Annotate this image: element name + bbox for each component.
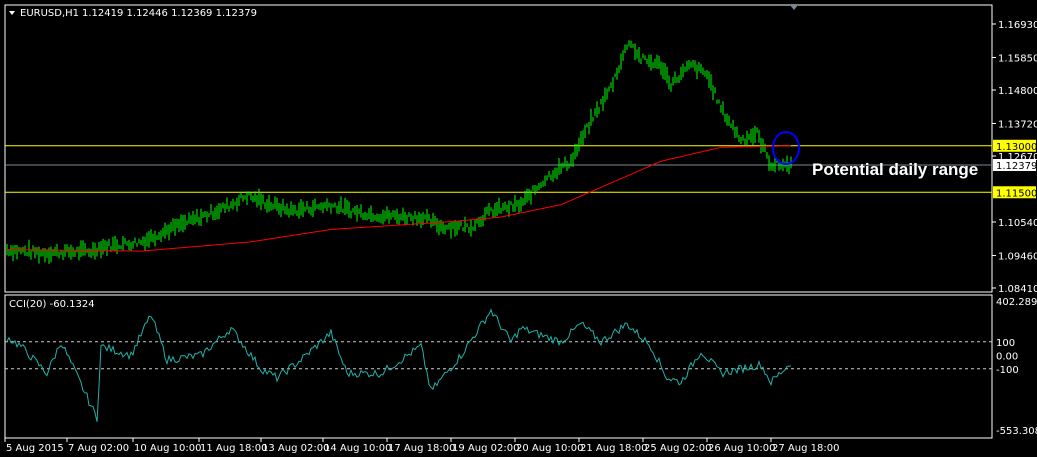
- time-tick-label: 20 Aug 10:00: [516, 443, 583, 454]
- cci-label: CCI(20) -60.1324: [9, 299, 95, 310]
- price-tick-label: 1.15850: [998, 53, 1037, 64]
- time-tick-label: 19 Aug 02:00: [452, 443, 519, 454]
- cci-pane[interactable]: [4, 294, 993, 439]
- price-pane[interactable]: [4, 4, 993, 293]
- ohlc-values: 1.12419 1.12446 1.12369 1.12379: [82, 8, 257, 19]
- cci-tick-label: -553.3084: [996, 426, 1037, 437]
- symbol-label: EURUSD,H1: [20, 8, 79, 19]
- time-tick-label: 26 Aug 10:00: [708, 443, 775, 454]
- time-tick-label: 14 Aug 10:00: [324, 443, 391, 454]
- price-tick-label: 1.14800: [998, 86, 1037, 97]
- annotation-text: Potential daily range: [812, 160, 978, 179]
- time-tick-label: 10 Aug 10:00: [134, 443, 201, 454]
- cci-tick-label: 402.2896: [996, 297, 1037, 308]
- time-tick-label: 25 Aug 02:00: [644, 443, 711, 454]
- price-tick-label: 1.16930: [998, 20, 1037, 31]
- cci-tick-label: 100: [996, 338, 1015, 349]
- price-tick-label: 1.08410: [998, 284, 1037, 295]
- time-tick-label: 21 Aug 18:00: [580, 443, 647, 454]
- cci-tick-label: 0.00: [996, 351, 1018, 362]
- time-tick-label: 13 Aug 02:00: [262, 443, 329, 454]
- time-tick-label: 5 Aug 2015: [6, 443, 64, 454]
- time-tick-label: 17 Aug 18:00: [388, 443, 455, 454]
- time-tick-label: 7 Aug 02:00: [68, 443, 129, 454]
- bid-price-label: 1.12379: [996, 161, 1037, 172]
- time-tick-label: 27 Aug 18:00: [772, 443, 839, 454]
- time-tick-label: 11 Aug 18:00: [200, 443, 267, 454]
- trading-chart[interactable]: 1.130001.115001.169301.158501.148001.137…: [0, 0, 1037, 457]
- price-tick-label: 1.10540: [998, 218, 1037, 229]
- cci-tick-label: -100: [996, 365, 1019, 376]
- price-tick-label: 1.09460: [998, 251, 1037, 262]
- level-price-label: 1.11500: [996, 188, 1037, 199]
- price-tick-label: 1.13720: [998, 119, 1037, 130]
